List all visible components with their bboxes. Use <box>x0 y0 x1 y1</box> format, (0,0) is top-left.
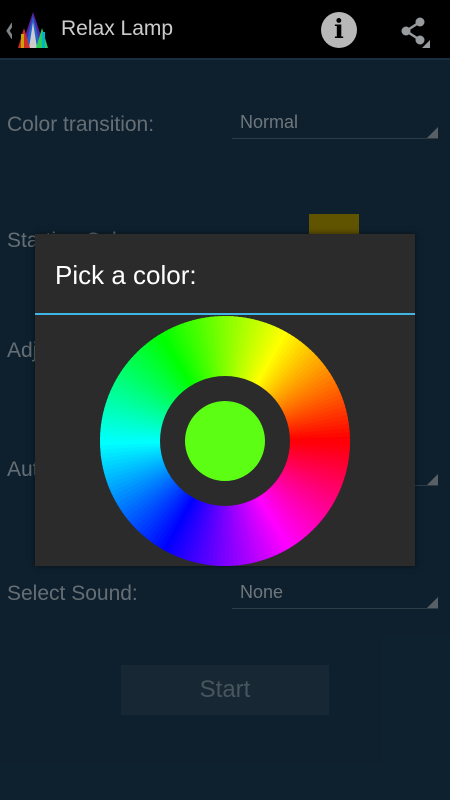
color-picker-dialog: Pick a color: <box>35 234 415 566</box>
selected-color-button[interactable] <box>185 401 265 481</box>
dialog-title: Pick a color: <box>55 260 197 290</box>
dialog-divider <box>35 313 415 315</box>
color-wheel[interactable] <box>100 316 350 566</box>
